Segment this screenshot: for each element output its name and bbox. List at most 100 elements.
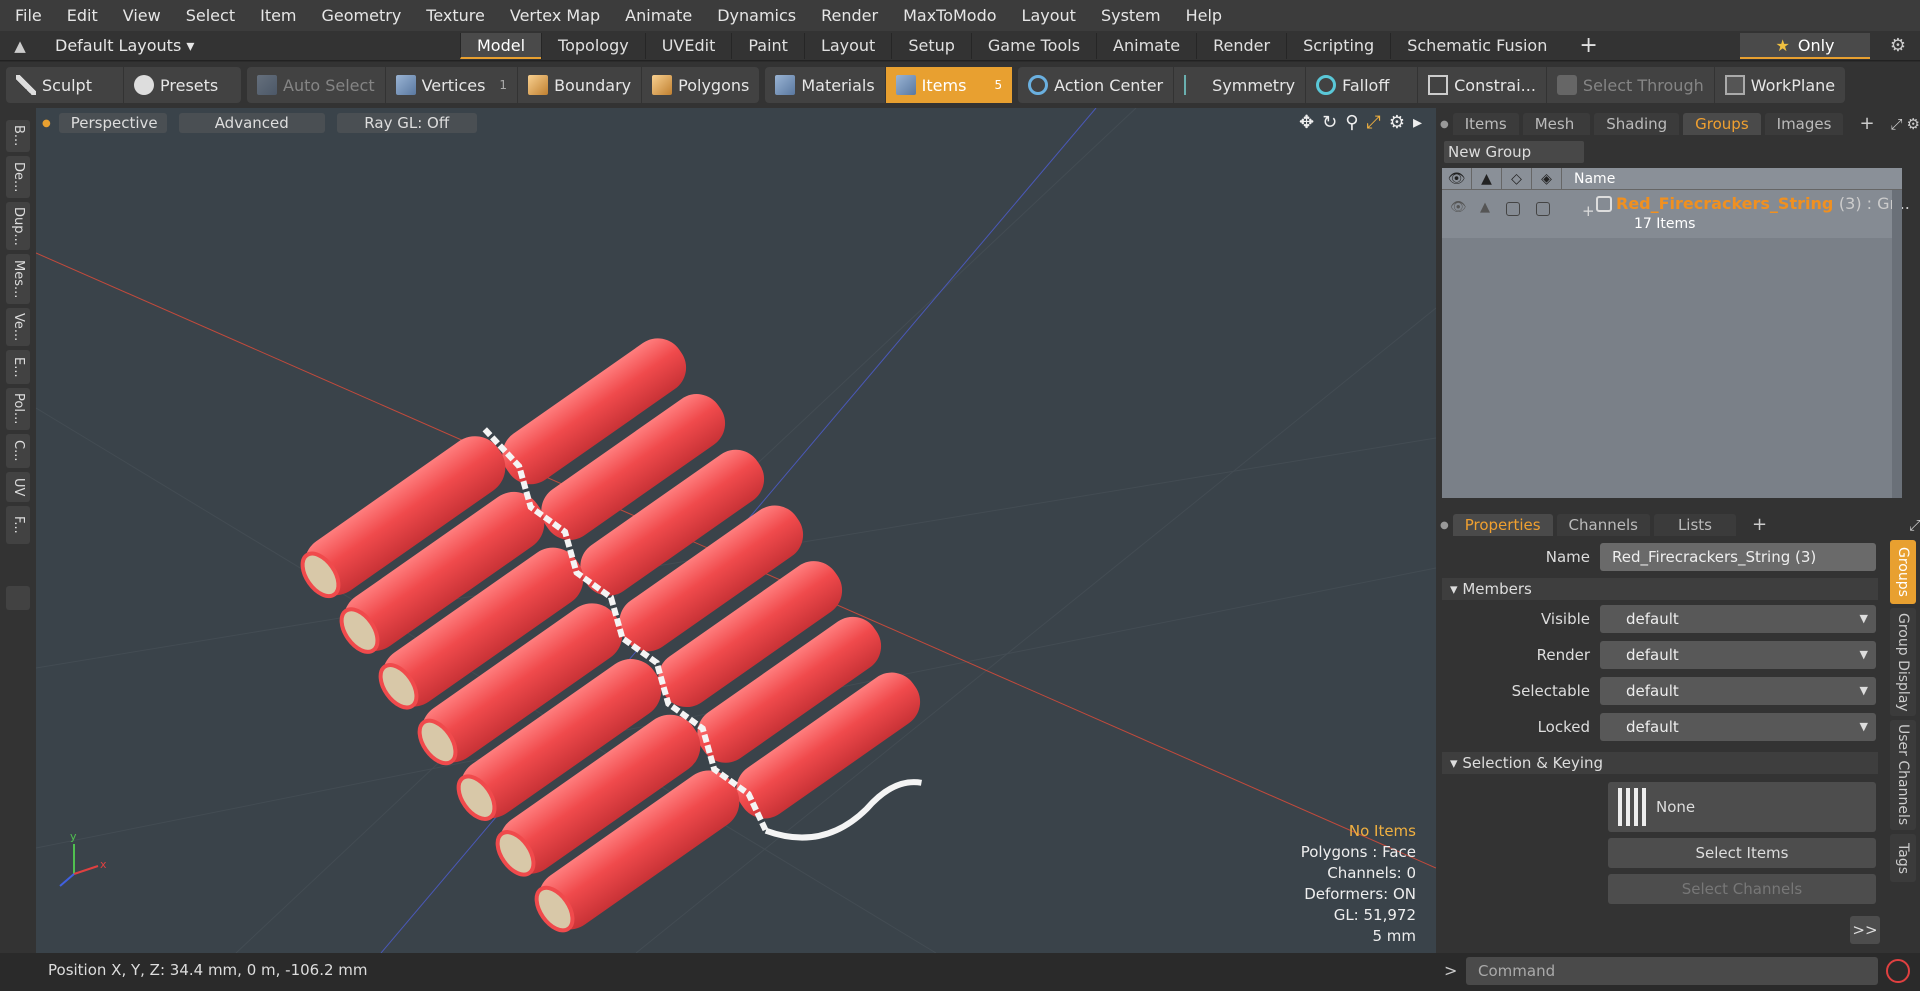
expand-group-icon[interactable]: + (1582, 202, 1595, 220)
tab-groups[interactable]: Groups (1683, 113, 1761, 135)
expand-icon[interactable]: ⤢ (1891, 115, 1903, 133)
tab-channels[interactable]: Channels (1556, 514, 1650, 536)
menu-maxtomodo[interactable]: MaxToModo (888, 6, 1006, 25)
tab-uvedit[interactable]: UVEdit (644, 32, 732, 59)
side-tab-user-channels[interactable]: User Channels (1890, 720, 1916, 830)
tab-game-tools[interactable]: Game Tools (970, 32, 1096, 59)
symmetry-button[interactable]: Symmetry (1174, 67, 1307, 103)
lock-icon[interactable]: ◈ (1532, 167, 1562, 190)
row-render-icon[interactable]: ▲ (1480, 200, 1490, 215)
workplane-button[interactable]: WorkPlane (1715, 67, 1845, 103)
tab-paint[interactable]: Paint (731, 32, 804, 59)
menu-view[interactable]: View (108, 6, 171, 25)
select-through-button[interactable]: Select Through (1547, 67, 1715, 103)
side-tab-group-display[interactable]: Group Display (1890, 608, 1916, 716)
properties-expand-icon[interactable]: ⤢ (1909, 516, 1920, 534)
menu-layout[interactable]: Layout (1007, 6, 1086, 25)
only-button[interactable]: ★ Only (1740, 33, 1870, 59)
move-view-icon[interactable]: ✥ (1299, 112, 1314, 133)
left-tab-fusion[interactable]: F... (6, 506, 30, 544)
menu-geometry[interactable]: Geometry (307, 6, 412, 25)
left-tab-mesh-edit[interactable]: Mes... (6, 254, 30, 304)
viewport-menu-icon[interactable]: ▸ (1413, 112, 1422, 133)
tab-mesh[interactable]: Mesh ... (1522, 113, 1591, 155)
rotate-view-icon[interactable]: ↻ (1322, 112, 1337, 133)
menu-dynamics[interactable]: Dynamics (702, 6, 806, 25)
new-group-button[interactable]: New Group (1444, 141, 1584, 163)
members-section[interactable]: ▾ Members (1442, 578, 1878, 600)
default-layouts-dropdown[interactable]: Default Layouts ▾ (40, 36, 460, 55)
zoom-view-icon[interactable]: ⚲ (1345, 112, 1358, 133)
more-button[interactable]: >> (1850, 916, 1880, 944)
left-tab-polygon[interactable]: Pol... (6, 388, 30, 430)
select-channels-button[interactable]: Select Channels (1608, 874, 1876, 904)
panel-gear-icon[interactable]: ⚙ (1907, 115, 1920, 133)
add-properties-tab-icon[interactable]: + (1740, 514, 1779, 536)
stop-icon[interactable] (1886, 959, 1910, 983)
side-tab-tags[interactable]: Tags (1890, 834, 1916, 882)
menu-edit[interactable]: Edit (52, 6, 108, 25)
tab-shading[interactable]: Shading (1594, 113, 1680, 135)
left-tab-deform[interactable]: De... (6, 156, 30, 198)
left-tab-duplicate[interactable]: Dup... (6, 202, 30, 250)
menu-render[interactable]: Render (806, 6, 888, 25)
name-field[interactable]: Red_Firecrackers_String (3) (1600, 543, 1876, 571)
tab-render[interactable]: Render (1196, 32, 1286, 59)
materials-button[interactable]: Materials (765, 67, 886, 103)
tab-images[interactable]: Images (1764, 113, 1844, 135)
add-panel-tab-icon[interactable]: + (1847, 113, 1886, 135)
perspective-button[interactable]: Perspective (58, 113, 167, 133)
add-tab-icon[interactable]: + (1563, 33, 1613, 59)
menu-animate[interactable]: Animate (610, 6, 702, 25)
groups-list-scrollbar[interactable] (1892, 190, 1902, 498)
tab-items[interactable]: Items (1452, 113, 1519, 135)
gear-icon[interactable]: ⚙ (1890, 35, 1906, 56)
command-input[interactable]: Command (1466, 957, 1878, 985)
tab-properties[interactable]: Properties (1452, 514, 1553, 536)
maximize-icon[interactable]: ⤢ (1366, 112, 1380, 133)
menu-file[interactable]: File (0, 6, 52, 25)
left-tab-curve[interactable]: C... (6, 434, 30, 468)
collapse-arrow-icon[interactable]: ▲ (0, 37, 40, 55)
visible-dropdown[interactable]: default (1600, 605, 1876, 633)
left-tab-uv[interactable]: UV (6, 472, 30, 502)
tab-setup[interactable]: Setup (891, 32, 971, 59)
items-button[interactable]: Items 5 (885, 67, 1013, 103)
left-tab-vertex[interactable]: Ve... (6, 308, 30, 346)
menu-vertex-map[interactable]: Vertex Map (495, 6, 610, 25)
advanced-button[interactable]: Advanced (178, 113, 325, 133)
viewport-gear-icon[interactable]: ⚙ (1389, 112, 1405, 133)
render-dropdown[interactable]: default (1600, 641, 1876, 669)
left-tab-extra[interactable] (6, 586, 30, 610)
menu-item[interactable]: Item (245, 6, 306, 25)
presets-button[interactable]: Presets (124, 67, 228, 103)
locked-dropdown[interactable]: default (1600, 713, 1876, 741)
select-lock-icon[interactable]: ◇ (1502, 167, 1532, 190)
tab-topology[interactable]: Topology (541, 32, 645, 59)
left-tab-basic[interactable]: B... (6, 120, 30, 152)
menu-texture[interactable]: Texture (411, 6, 495, 25)
none-button[interactable]: None (1608, 782, 1876, 832)
boundary-button[interactable]: Boundary (518, 67, 643, 103)
row-select-checkbox[interactable] (1506, 202, 1520, 216)
group-row[interactable]: 👁 ▲ + Red_Firecrackers_String (3) : Gr..… (1442, 190, 1910, 238)
3d-viewport[interactable]: ● Perspective Advanced Ray GL: Off ✥ ↻ ⚲… (36, 108, 1436, 953)
auto-select-button[interactable]: Auto Select (247, 67, 386, 103)
menu-help[interactable]: Help (1171, 6, 1232, 25)
raygl-button[interactable]: Ray GL: Off (336, 113, 477, 133)
menu-system[interactable]: System (1086, 6, 1171, 25)
tab-model[interactable]: Model (460, 32, 542, 59)
render-icon[interactable]: ▲ (1472, 167, 1502, 190)
row-eye-icon[interactable]: 👁 (1450, 200, 1467, 215)
menu-select[interactable]: Select (171, 6, 245, 25)
select-items-button[interactable]: Select Items (1608, 838, 1876, 868)
side-tab-groups[interactable]: Groups (1890, 540, 1916, 604)
action-center-button[interactable]: Action Center (1018, 67, 1175, 103)
sculpt-button[interactable]: Sculpt (6, 67, 124, 103)
tab-layout[interactable]: Layout (803, 32, 891, 59)
constraints-button[interactable]: Constrai... (1418, 67, 1547, 103)
visibility-eye-icon[interactable]: 👁 (1442, 167, 1472, 190)
vertices-button[interactable]: Vertices 1 (386, 67, 519, 103)
selection-keying-section[interactable]: ▾ Selection & Keying (1442, 752, 1878, 774)
tab-animate[interactable]: Animate (1096, 32, 1196, 59)
